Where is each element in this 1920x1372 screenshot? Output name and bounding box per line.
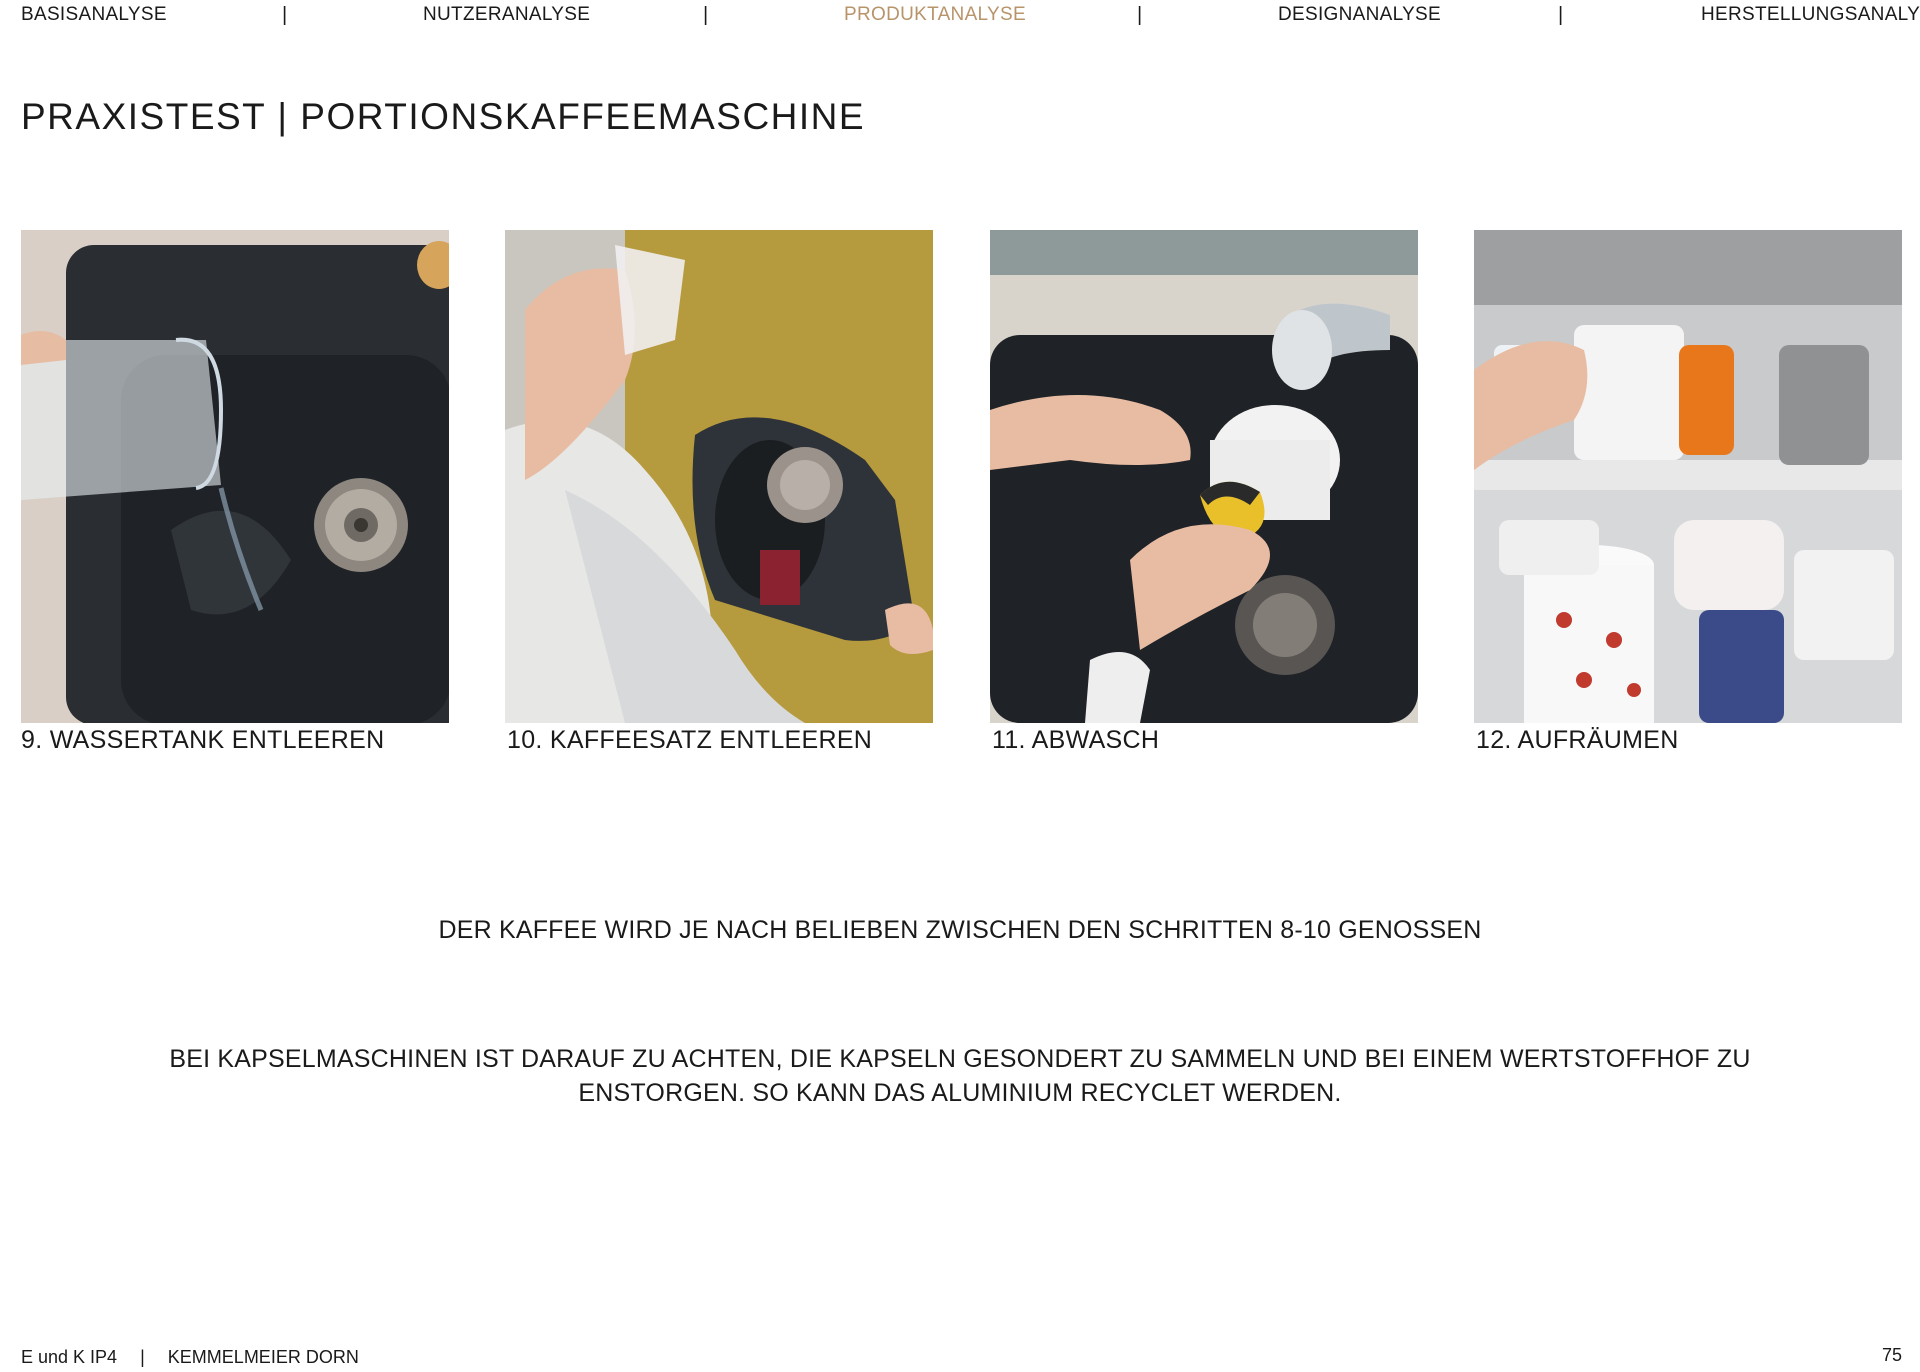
top-navigation: BASISANALYSE | NUTZERANALYSE | PRODUKTAN… bbox=[21, 4, 1920, 28]
note-recycling: BEI KAPSELMASCHINEN IST DARAUF ZU ACHTEN… bbox=[0, 1042, 1920, 1110]
footer-authors: KEMMELMEIER DORN bbox=[167, 1347, 359, 1367]
footer: E und K IP4 | KEMMELMEIER DORN bbox=[21, 1347, 377, 1368]
footer-course: E und K IP4 bbox=[21, 1347, 118, 1367]
footer-separator: | bbox=[140, 1347, 145, 1367]
nav-separator: | bbox=[1558, 4, 1564, 26]
photo-abwasch bbox=[990, 230, 1418, 723]
note-recycling-line-1: BEI KAPSELMASCHINEN IST DARAUF ZU ACHTEN… bbox=[169, 1045, 1751, 1073]
nav-item-nutzeranalyse[interactable]: NUTZERANALYSE bbox=[423, 4, 590, 26]
caption-step-10: 10. KAFFEESATZ ENTLEEREN bbox=[507, 726, 873, 754]
nav-separator: | bbox=[703, 4, 709, 26]
nav-separator: | bbox=[1137, 4, 1143, 26]
photo-kaffeesatz-entleeren bbox=[505, 230, 933, 723]
nav-item-herstellungsanalyse[interactable]: HERSTELLUNGSANALYSE bbox=[1701, 4, 1920, 26]
note-recycling-line-2: ENSTORGEN. SO KANN DAS ALUMINIUM RECYCLE… bbox=[578, 1079, 1342, 1107]
caption-step-12: 12. AUFRÄUMEN bbox=[1476, 726, 1679, 754]
photo-aufraeumen bbox=[1474, 230, 1902, 723]
nav-separator: | bbox=[282, 4, 288, 26]
photo-wassertank-entleeren bbox=[21, 230, 449, 723]
caption-step-9: 9. WASSERTANK ENTLEEREN bbox=[21, 726, 385, 754]
note-enjoy-coffee: DER KAFFEE WIRD JE NACH BELIEBEN ZWISCHE… bbox=[438, 916, 1482, 944]
nav-item-basisanalyse[interactable]: BASISANALYSE bbox=[21, 4, 167, 26]
caption-step-11: 11. ABWASCH bbox=[992, 726, 1160, 754]
nav-item-designanalyse[interactable]: DESIGNANALYSE bbox=[1278, 4, 1441, 26]
nav-item-produktanalyse[interactable]: PRODUKTANALYSE bbox=[844, 4, 1026, 26]
page-title: PRAXISTEST | PORTIONSKAFFEEMASCHINE bbox=[21, 96, 866, 137]
page-number: 75 bbox=[1881, 1345, 1902, 1365]
